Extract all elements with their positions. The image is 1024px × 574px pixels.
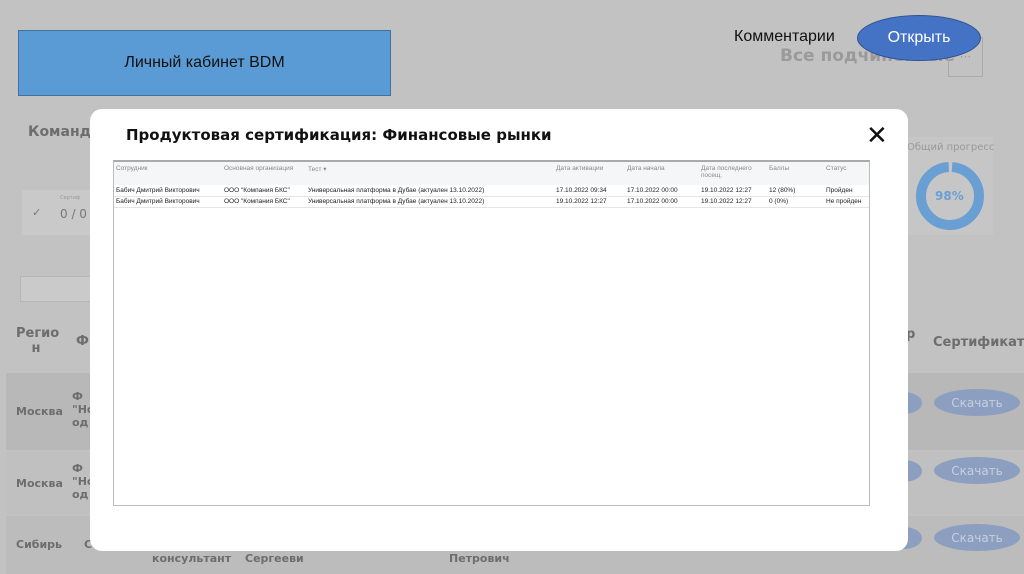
test-cell: Универсальная платформа в Дубае (актуале… (306, 196, 554, 208)
results-table: Сотрудник Основная организация Тест ▾ Да… (113, 160, 870, 506)
col-score[interactable]: Баллы (767, 162, 824, 185)
test-cell: Универсальная платформа в Дубае (актуале… (306, 185, 554, 197)
col-organization[interactable]: Основная организация (222, 162, 306, 185)
table-row[interactable]: Бабич Дмитрий Викторович ООО "Компания Б… (114, 185, 869, 197)
col-employee[interactable]: Сотрудник (114, 162, 222, 185)
col-last-visit[interactable]: Дата последнего посещ. (699, 162, 767, 185)
col-region: Регио н (16, 326, 60, 356)
check-icon: ✓ (32, 206, 42, 219)
modal-title: Продуктовая сертификация: Финансовые рын… (126, 126, 552, 144)
col-activation-date[interactable]: Дата активации (554, 162, 625, 185)
f-cell: Ф "Но од (72, 390, 90, 429)
card-value: 0 / 0 (60, 207, 87, 221)
progress-widget: Общий прогресс 98% (903, 137, 995, 235)
card-label: Сертиф (60, 195, 81, 201)
col-certificate: Сертификат (933, 335, 1024, 350)
download-button[interactable]: Скачать (934, 457, 1020, 484)
region-cell: Москва (16, 477, 63, 490)
score-cell: 0 (0%) (767, 196, 824, 208)
status-cell: Не пройден (824, 196, 869, 208)
organization-cell: ООО "Компания БКС" (222, 185, 306, 197)
download-button[interactable]: Скачать (934, 389, 1020, 416)
col-f: Ф (76, 334, 89, 349)
activation-cell: 19.10.2022 12:27 (554, 196, 625, 208)
organization-cell: ООО "Компания БКС" (222, 196, 306, 208)
filter-bar[interactable] (20, 276, 100, 302)
comments-label: Комментарии (734, 28, 835, 45)
start-cell: 17.10.2022 00:00 (625, 185, 699, 197)
col-start-date[interactable]: Дата начала (625, 162, 699, 185)
f-cell: Ф "Но од (72, 462, 90, 501)
region-cell: Сибирь (16, 538, 62, 551)
col-status[interactable]: Статус (824, 162, 869, 185)
name-cell: Сергееви (245, 552, 304, 565)
progress-value: 98% (935, 189, 964, 203)
region-cell: Москва (16, 405, 63, 418)
employee-cell: Бабич Дмитрий Викторович (114, 196, 222, 208)
activation-cell: 17.10.2022 09:34 (554, 185, 625, 197)
open-comments-button[interactable]: Открыть (857, 15, 981, 61)
last-visit-cell: 19.10.2022 12:27 (699, 196, 767, 208)
close-icon[interactable]: ✕ (866, 121, 888, 151)
progress-label: Общий прогресс (907, 142, 995, 153)
start-cell: 17.10.2022 00:00 (625, 196, 699, 208)
table-row[interactable]: Бабич Дмитрий Викторович ООО "Компания Б… (114, 196, 869, 208)
name-cell: Петрович (449, 552, 510, 565)
download-button[interactable]: Скачать (934, 524, 1020, 551)
page-banner: Личный кабинет BDM (18, 30, 391, 96)
last-visit-cell: 19.10.2022 12:27 (699, 185, 767, 197)
employee-cell: Бабич Дмитрий Викторович (114, 185, 222, 197)
position-cell: консультант (152, 552, 232, 565)
score-cell: 12 (80%) (767, 185, 824, 197)
col-test[interactable]: Тест ▾ (306, 162, 554, 185)
status-cell: Пройден (824, 185, 869, 197)
certification-modal: Продуктовая сертификация: Финансовые рын… (90, 109, 908, 551)
